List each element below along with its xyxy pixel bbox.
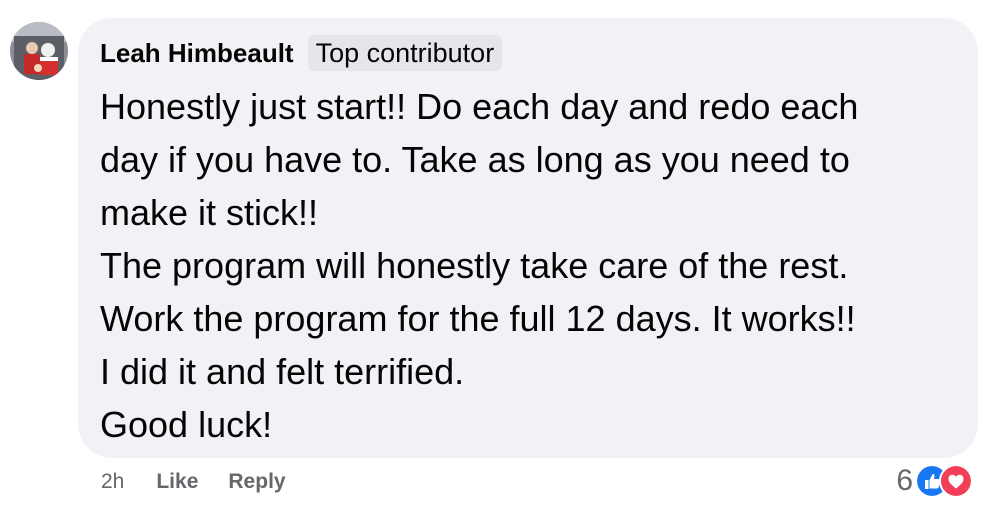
comment-header: Leah Himbeault Top contributor xyxy=(100,35,958,71)
comment-line: day if you have to. Take as long as you … xyxy=(100,139,850,180)
comment-line: The program will honestly take care of t… xyxy=(100,245,849,286)
reaction-icons xyxy=(915,464,973,498)
reaction-count: 6 xyxy=(896,464,913,497)
comment-line: make it stick!! xyxy=(100,192,319,233)
author-name[interactable]: Leah Himbeault xyxy=(100,36,294,70)
comment-line: Good luck! xyxy=(100,404,273,445)
reactions-summary[interactable]: 6 xyxy=(896,462,973,500)
comment-actions: 2h Like Reply xyxy=(101,468,286,496)
avatar[interactable] xyxy=(10,22,68,80)
reply-button[interactable]: Reply xyxy=(228,468,285,496)
love-icon xyxy=(939,464,973,498)
avatar-photo xyxy=(10,22,68,80)
top-contributor-badge: Top contributor xyxy=(307,35,503,71)
comment-line: Honestly just start!! Do each day and re… xyxy=(100,86,859,127)
comment-timestamp[interactable]: 2h xyxy=(101,468,124,496)
comment-line: Work the program for the full 12 days. I… xyxy=(100,298,856,339)
comment-text: Honestly just start!! Do each day and re… xyxy=(100,80,958,451)
like-button[interactable]: Like xyxy=(156,468,198,496)
comment-line: I did it and felt terrified. xyxy=(100,351,465,392)
comment-bubble: Leah Himbeault Top contributor Honestly … xyxy=(78,18,978,458)
